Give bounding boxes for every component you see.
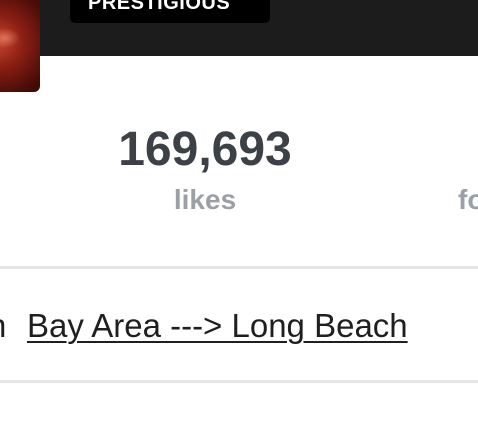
likes-label: likes xyxy=(173,184,237,215)
bio-prefix-text: n xyxy=(0,302,6,350)
bio-row: n Bay Area ---> Long Beach xyxy=(0,302,478,350)
avatar[interactable] xyxy=(0,0,40,92)
prestigious-badge: PRESTIGIOUS xyxy=(70,0,270,23)
divider xyxy=(0,380,478,383)
profile-page: PRESTIGIOUS 169,693 likes fo n Bay Area … xyxy=(0,0,478,422)
likes-stat[interactable]: 169,693 likes xyxy=(80,120,330,218)
likes-count: 169,693 xyxy=(118,123,292,176)
followers-stat[interactable]: fo xyxy=(458,120,478,218)
followers-label: fo xyxy=(458,184,478,215)
divider xyxy=(0,266,478,269)
location-link[interactable]: Bay Area ---> Long Beach xyxy=(27,302,408,350)
